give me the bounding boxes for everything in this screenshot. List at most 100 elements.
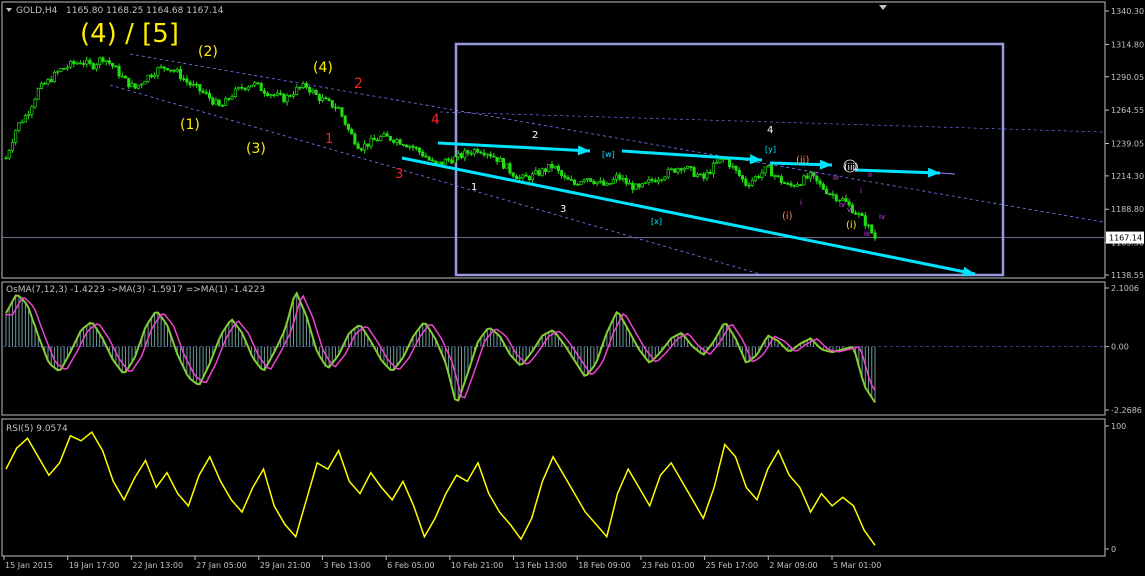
candle-body	[111, 63, 115, 67]
candle-body	[579, 181, 583, 185]
candle-body	[498, 158, 502, 162]
candle-body	[760, 172, 764, 178]
candle-body	[466, 150, 470, 154]
candle-body	[731, 165, 735, 168]
time-tick-label: 23 Feb 01:00	[642, 561, 694, 570]
candle-body	[647, 179, 651, 183]
candle-body	[750, 180, 754, 186]
candle-body	[353, 133, 357, 145]
osma-title: OsMA(7,12,3) -1.4223 ->MA(3) -1.5917 =>M…	[6, 285, 265, 295]
candle-body	[272, 94, 276, 97]
candle-body	[39, 82, 44, 89]
candle-body	[857, 213, 861, 215]
candle-body	[69, 61, 73, 68]
candle-body	[275, 92, 279, 96]
candle-body	[350, 128, 354, 135]
candle-body	[686, 166, 690, 169]
candle-body	[72, 61, 76, 65]
candle-body	[295, 86, 299, 95]
candle-body	[657, 179, 661, 183]
chart-canvas[interactable]: (4) / [5] (2) (1) (3) (4) 2 1 4 3 2 1 3 4 [w] [x] [y] (i…	[0, 0, 1145, 572]
candle-body	[405, 144, 409, 148]
candle-body	[679, 168, 683, 171]
candle-body	[240, 86, 244, 89]
candle-body	[201, 90, 205, 93]
candle-body	[479, 151, 483, 154]
candle-body	[88, 59, 92, 64]
candle-body	[324, 97, 328, 100]
candle-body	[802, 175, 806, 186]
candle-body	[379, 136, 383, 141]
time-tick-label: 5 Mar 01:00	[833, 561, 881, 570]
candle-body	[414, 147, 418, 149]
candle-body	[279, 92, 283, 95]
candle-body	[311, 90, 315, 93]
candle-body	[495, 156, 499, 162]
candle-body	[805, 175, 809, 179]
candle-body	[392, 139, 396, 143]
candle-body	[4, 157, 8, 160]
candle-body	[217, 99, 221, 106]
candle-body	[143, 81, 147, 85]
candle-body	[85, 59, 89, 65]
candle-body	[165, 68, 170, 71]
rsi-tick-label: 0	[1111, 545, 1116, 554]
candle-body	[172, 69, 176, 72]
candle-body	[36, 88, 40, 100]
wave-label: (3)	[246, 141, 266, 157]
wave-label: 2	[532, 130, 538, 141]
time-tick-label: 27 Jan 05:00	[196, 561, 247, 570]
candle-body	[634, 183, 638, 190]
candle-body	[824, 188, 829, 195]
candle-body	[792, 185, 796, 187]
time-tick-label: 13 Feb 13:00	[515, 561, 567, 570]
candle-body	[314, 90, 318, 95]
symbol-label: GOLD,H4	[16, 6, 58, 16]
candle-body	[695, 174, 699, 177]
candle-body	[676, 168, 680, 173]
candle-body	[469, 152, 473, 155]
candle-body	[569, 179, 573, 181]
candle-body	[188, 81, 192, 86]
candle-body	[637, 183, 641, 188]
candle-body	[204, 92, 208, 94]
candle-body	[269, 94, 273, 97]
candle-body	[450, 159, 454, 164]
candle-body	[770, 165, 774, 177]
candle-body	[692, 167, 696, 177]
candle-body	[146, 74, 150, 82]
candle-body	[608, 183, 612, 185]
candle-body	[866, 224, 871, 227]
osma-tick-label: 0.00	[1111, 343, 1129, 352]
candle-body	[660, 179, 664, 181]
candle-body	[627, 182, 632, 185]
osma-tick-label: -2.2686	[1111, 406, 1142, 415]
candle-body	[602, 180, 606, 186]
candle-body	[52, 71, 57, 83]
candle-body	[718, 159, 722, 163]
candle-body	[33, 98, 37, 108]
candle-body	[534, 170, 538, 175]
candle-body	[621, 177, 625, 180]
candle-body	[531, 173, 535, 181]
wave-label: 3	[560, 204, 566, 215]
candle-body	[828, 193, 832, 196]
candle-body	[395, 139, 399, 143]
candle-body	[375, 139, 380, 142]
candle-body	[702, 173, 706, 179]
candle-body	[482, 152, 486, 156]
candle-body	[220, 105, 224, 107]
candle-body	[153, 74, 157, 78]
candle-body	[808, 172, 812, 179]
candle-body	[81, 63, 86, 65]
candle-body	[728, 159, 732, 168]
time-tick-label: 3 Feb 13:00	[323, 561, 370, 570]
candle-body	[230, 96, 234, 100]
candle-body	[566, 177, 570, 180]
candle-body	[214, 99, 218, 105]
candle-body	[653, 180, 657, 183]
candle-body	[253, 82, 257, 86]
candle-body	[7, 150, 11, 159]
candle-body	[841, 198, 845, 201]
candle-body	[249, 84, 254, 88]
